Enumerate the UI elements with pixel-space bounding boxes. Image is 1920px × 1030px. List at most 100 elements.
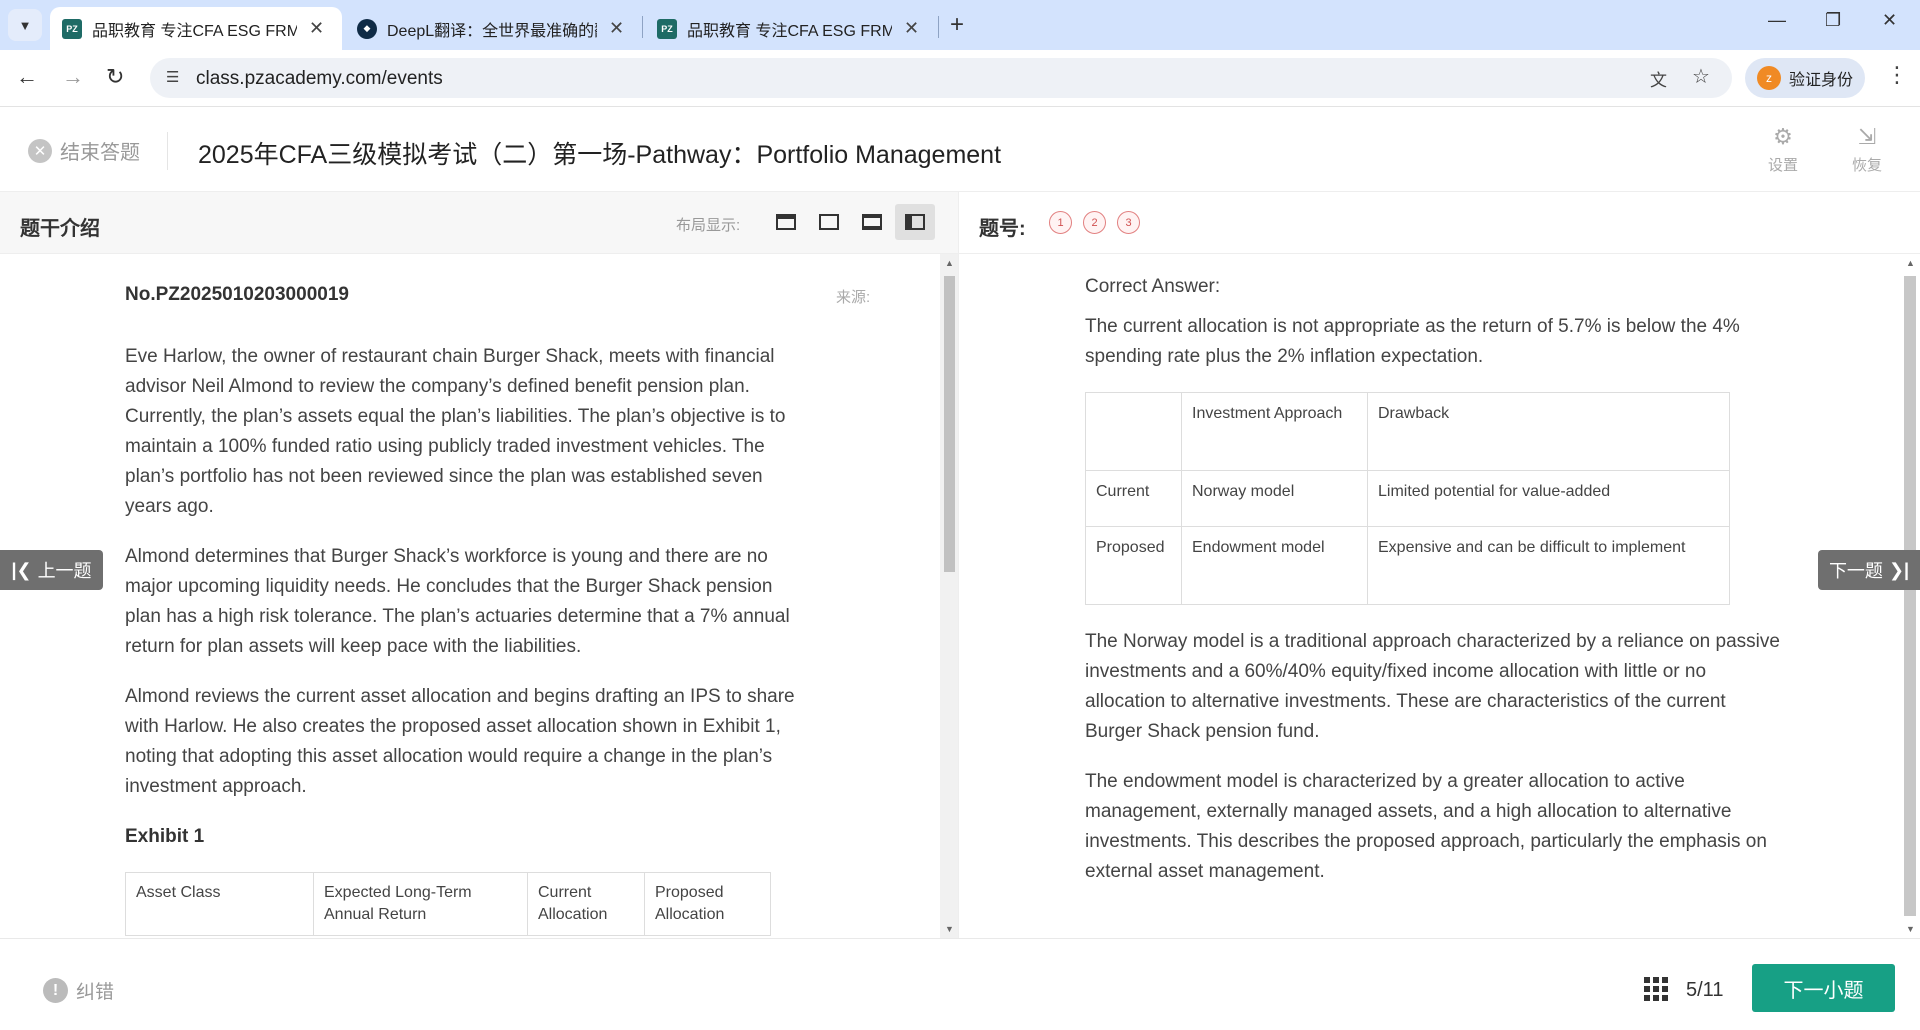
- restore-button[interactable]: ⇲ 恢复: [1837, 124, 1897, 175]
- table-cell: [1085, 392, 1182, 471]
- layout-split-horizontal-icon: [862, 214, 882, 230]
- star-icon[interactable]: ☆: [1692, 64, 1710, 89]
- next-question-label: 下一题: [1828, 561, 1883, 581]
- arrow-right-icon: →: [62, 64, 84, 89]
- source-label: 来源:: [836, 289, 871, 306]
- answer-paragraph: The Norway model is a traditional approa…: [1085, 631, 1780, 742]
- deepl-icon: ◆: [357, 18, 377, 39]
- question-number-1[interactable]: 1: [1049, 211, 1072, 234]
- next-subquestion-button[interactable]: 下一小题: [1752, 964, 1895, 1012]
- url-input[interactable]: ☰ class.pzacademy.com/events 文 ☆: [150, 58, 1732, 98]
- layout-option-3[interactable]: [852, 204, 892, 240]
- question-number-2[interactable]: 2: [1083, 211, 1106, 234]
- table-cell: Current: [1085, 470, 1182, 527]
- table-row: Proposed Endowment model Expensive and c…: [1085, 526, 1730, 605]
- answer-paragraph: The endowment model is characterized by …: [1085, 771, 1767, 882]
- next-question-button[interactable]: 下一题 ❯|: [1818, 550, 1920, 590]
- stem-scrollbar[interactable]: ▲ ▼: [940, 254, 958, 938]
- back-button[interactable]: ←: [16, 64, 38, 90]
- report-error-button[interactable]: ! 纠错: [43, 977, 114, 1004]
- collapse-icon: ⇲: [1857, 124, 1877, 149]
- scroll-up-icon[interactable]: ▲: [945, 258, 954, 268]
- restore-window-icon: ❐: [1825, 10, 1842, 30]
- stem-paragraph: Eve Harlow, the owner of restaurant chai…: [125, 346, 786, 517]
- table-row: Investment Approach Drawback: [1085, 392, 1730, 471]
- question-id: No.PZ2025010203000019: [125, 284, 349, 305]
- plus-icon: +: [950, 11, 965, 38]
- layout-frame-icon: [819, 214, 839, 230]
- arrow-left-icon: ←: [16, 64, 38, 89]
- table-row: Current Norway model Limited potential f…: [1085, 470, 1730, 527]
- layout-split-vertical-icon: [905, 214, 925, 230]
- minimize-button[interactable]: —: [1768, 10, 1786, 31]
- tab-title: 品职教育 专注CFA ESG FRM CPA: [687, 22, 892, 40]
- close-icon[interactable]: ✕: [309, 18, 324, 39]
- browser-tab-strip: ▼ PZ 品职教育 专注CFA ESG FRM CPA ✕ ◆ DeepL翻译：…: [0, 0, 1920, 50]
- table-cell: Proposed: [1085, 526, 1182, 605]
- correct-answer-label: Correct Answer:: [1085, 276, 1221, 297]
- tab-search-button[interactable]: ▼: [8, 9, 42, 41]
- browser-tab-1[interactable]: PZ 品职教育 专注CFA ESG FRM CPA ✕: [50, 7, 342, 50]
- report-error-label: 纠错: [76, 982, 115, 1003]
- layout-full-icon: [776, 214, 796, 230]
- question-number-3[interactable]: 3: [1117, 211, 1140, 234]
- question-number-heading: 题号:: [979, 218, 1026, 240]
- settings-button[interactable]: ⚙ 设置: [1753, 124, 1813, 175]
- profile-label: 验证身份: [1789, 72, 1854, 89]
- table-cell: Endowment model: [1181, 526, 1368, 605]
- address-bar: ← → ↻ ☰ class.pzacademy.com/events 文 ☆ z…: [0, 50, 1920, 107]
- answer-intro: The current allocation is not appropriat…: [1085, 316, 1740, 367]
- table-cell: Investment Approach: [1181, 392, 1368, 471]
- exam-header: ✕ 结束答题 2025年CFA三级模拟考试（二）第一场-Pathway：Port…: [0, 108, 1920, 192]
- scrollbar-thumb[interactable]: [944, 276, 955, 572]
- answer-scrollbar[interactable]: ▲ ▼: [1900, 254, 1920, 938]
- page-title: 2025年CFA三级模拟考试（二）第一场-Pathway：Portfolio M…: [198, 141, 1002, 169]
- progress-indicator: 5/11: [1686, 979, 1724, 1001]
- approach-table: Investment Approach Drawback Current Nor…: [1085, 392, 1730, 605]
- table-row: Asset Class Expected Long-Term Annual Re…: [125, 872, 771, 936]
- pz-favicon-icon: PZ: [62, 18, 82, 39]
- avatar: z: [1757, 66, 1781, 90]
- browser-tab-3[interactable]: PZ 品职教育 专注CFA ESG FRM CPA ✕: [645, 7, 935, 50]
- reload-button[interactable]: ↻: [106, 64, 124, 90]
- gear-icon: ⚙: [1773, 124, 1793, 149]
- scroll-up-icon[interactable]: ▲: [1906, 258, 1915, 268]
- forward-button[interactable]: →: [62, 64, 84, 90]
- close-window-button[interactable]: ✕: [1882, 10, 1897, 31]
- table-header-cell: Asset Class: [125, 872, 314, 936]
- skip-next-icon: ❯|: [1888, 559, 1910, 580]
- browser-tab-2[interactable]: ◆ DeepL翻译：全世界最准确的翻译 ✕: [345, 7, 640, 50]
- table-cell: Limited potential for value-added: [1367, 470, 1730, 527]
- new-tab-button[interactable]: +: [950, 11, 964, 39]
- kebab-menu-icon: ⋮: [1886, 62, 1908, 87]
- scrollbar-thumb[interactable]: [1904, 276, 1916, 916]
- stem-paragraph: Almond reviews the current asset allocat…: [125, 686, 795, 797]
- layout-option-4[interactable]: [895, 204, 935, 240]
- url-text: class.pzacademy.com/events: [196, 68, 443, 89]
- maximize-button[interactable]: ❐: [1825, 10, 1841, 31]
- answer-content: Correct Answer: The current allocation i…: [958, 254, 1900, 938]
- close-icon[interactable]: ✕: [904, 18, 919, 39]
- translate-icon[interactable]: 文: [1650, 66, 1667, 91]
- site-settings-icon[interactable]: ☰: [166, 68, 179, 86]
- exhibit-table: Asset Class Expected Long-Term Annual Re…: [125, 872, 771, 936]
- layout-option-1[interactable]: [766, 204, 806, 240]
- layout-option-2[interactable]: [809, 204, 849, 240]
- previous-question-label: 上一题: [37, 561, 92, 581]
- exclamation-icon: !: [43, 978, 68, 1003]
- close-icon[interactable]: ✕: [609, 18, 624, 39]
- previous-question-button[interactable]: |❮ 上一题: [0, 550, 103, 590]
- table-header-cell: Expected Long-Term Annual Return: [313, 872, 528, 936]
- tab-separator: [642, 16, 643, 38]
- stem-content: No.PZ2025010203000019 来源: Eve Harlow, th…: [0, 254, 940, 938]
- profile-button[interactable]: z 验证身份: [1745, 58, 1865, 98]
- tab-separator: [938, 16, 939, 38]
- scroll-down-icon[interactable]: ▼: [945, 924, 954, 934]
- chevron-down-icon: ▼: [18, 17, 32, 33]
- scroll-down-icon[interactable]: ▼: [1906, 924, 1915, 934]
- end-exam-button[interactable]: ✕ 结束答题: [28, 136, 140, 165]
- minimize-icon: —: [1768, 10, 1786, 30]
- question-grid-icon[interactable]: [1644, 977, 1668, 1001]
- browser-menu-button[interactable]: ⋮: [1886, 62, 1908, 88]
- reload-icon: ↻: [106, 64, 125, 89]
